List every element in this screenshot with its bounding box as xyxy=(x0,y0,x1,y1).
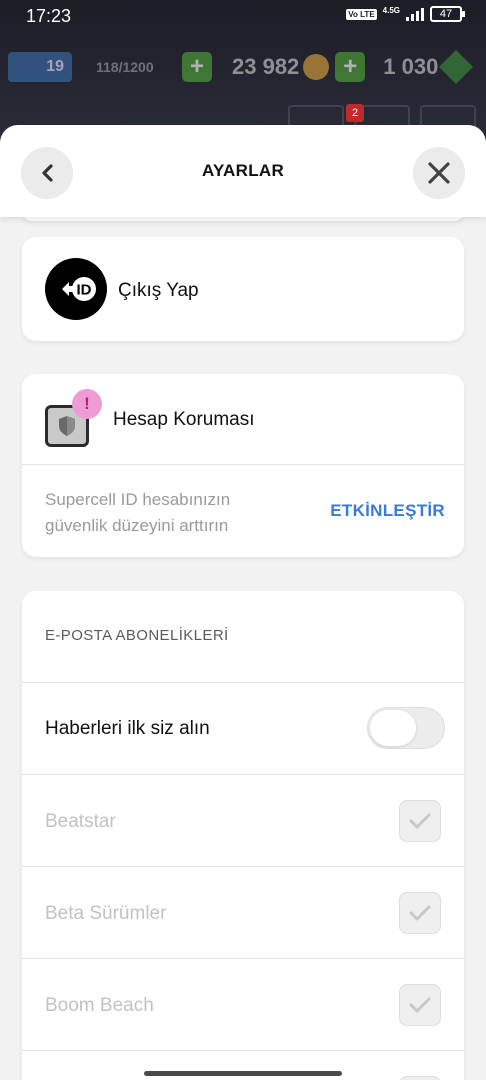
gem-icon xyxy=(439,50,474,84)
checkmark-icon xyxy=(409,905,431,921)
subscription-label-boom-beach: Boom Beach xyxy=(45,995,154,1016)
hud-gold: 23 982 xyxy=(232,54,300,79)
news-label: Haberleri ilk siz alın xyxy=(45,718,210,739)
status-icons: Vo LTE 4.5G 47 xyxy=(346,5,465,22)
sheet-header: AYARLAR xyxy=(0,125,486,217)
account-protection-label: Hesap Koruması xyxy=(113,409,255,430)
hud-plus-icon: + xyxy=(182,52,212,82)
toggle-knob xyxy=(370,710,416,746)
battery-level: 47 xyxy=(439,8,453,20)
divider xyxy=(22,866,464,867)
account-protection-card: ! Hesap Koruması Supercell ID hesabınızı… xyxy=(22,374,464,557)
status-time: 17:23 xyxy=(26,6,72,26)
checkbox-boom-beach[interactable] xyxy=(399,984,441,1026)
signal-icon xyxy=(406,7,424,21)
svg-text:ID: ID xyxy=(77,282,92,299)
hud-plus-icon: + xyxy=(335,52,366,82)
subscription-label-beta: Beta Sürümler xyxy=(45,903,167,924)
account-protection-description: Supercell ID hesabınızın güvenlik düzeyi… xyxy=(45,490,231,535)
email-subscriptions-card: E-POSTA ABONELİKLERİ Haberleri ilk siz a… xyxy=(22,591,464,1080)
supercell-id-logout-icon: ID xyxy=(45,258,107,320)
volte-icon: Vo LTE xyxy=(346,8,377,20)
coin-icon xyxy=(303,54,330,80)
close-button[interactable] xyxy=(413,147,465,199)
checkbox-next[interactable] xyxy=(399,1076,441,1080)
alert-badge: ! xyxy=(72,389,102,419)
checkbox-beatstar[interactable] xyxy=(399,800,441,842)
subscription-label-beatstar: Beatstar xyxy=(45,811,116,832)
network-type: 4.5G xyxy=(382,5,400,15)
hud-gems: 1 030 xyxy=(383,54,439,79)
divider xyxy=(22,1050,464,1051)
section-heading: E-POSTA ABONELİKLERİ xyxy=(45,627,229,644)
home-indicator[interactable] xyxy=(144,1071,342,1076)
hud-level: 19 xyxy=(8,52,72,82)
divider xyxy=(22,464,464,465)
logout-label: Çıkış Yap xyxy=(118,280,199,301)
checkbox-beta[interactable] xyxy=(399,892,441,934)
divider xyxy=(22,682,464,683)
hud-badge: 2 xyxy=(346,104,364,122)
logout-card[interactable]: ID Çıkış Yap xyxy=(22,237,464,341)
close-icon xyxy=(428,162,450,184)
divider xyxy=(22,774,464,775)
news-toggle[interactable] xyxy=(367,707,445,749)
battery-icon: 47 xyxy=(430,6,465,22)
checkmark-icon xyxy=(409,813,431,829)
status-bar: 17:23 Vo LTE 4.5G 47 xyxy=(0,0,486,34)
hud-xp: 118/1200 xyxy=(96,59,154,75)
settings-sheet: AYARLAR ID Çıkış Yap ! Hesap Koruması Su… xyxy=(0,125,486,1080)
checkmark-icon xyxy=(409,997,431,1013)
game-hud: 19 118/1200 + 23 982 + 1 030 xyxy=(8,48,478,86)
divider xyxy=(22,958,464,959)
activate-button[interactable]: ETKİNLEŞTİR xyxy=(330,501,445,521)
